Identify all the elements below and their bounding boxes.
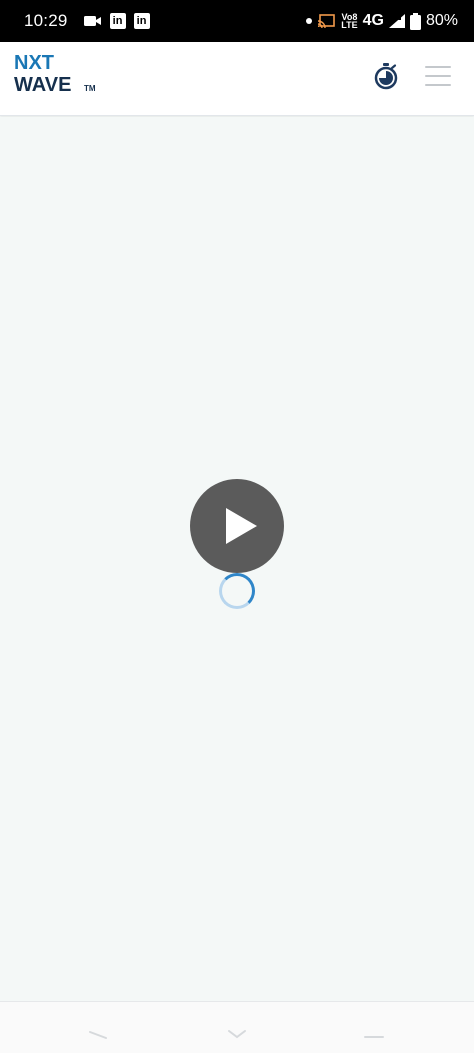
stopwatch-icon — [374, 63, 398, 90]
volte-indicator: Vo8 LTE — [341, 12, 358, 30]
play-icon — [226, 508, 257, 544]
system-icons: Vo8 LTE 4G 80% — [305, 12, 458, 30]
video-player[interactable] — [0, 117, 474, 1001]
back-icon[interactable] — [86, 1026, 110, 1040]
signal-icon — [388, 14, 405, 28]
hamburger-menu-icon — [425, 84, 451, 86]
home-icon[interactable] — [225, 1026, 249, 1040]
timer-button[interactable] — [372, 62, 400, 92]
battery-icon — [409, 12, 421, 30]
cast-icon — [318, 14, 336, 28]
play-button[interactable] — [190, 479, 284, 573]
dot-icon — [306, 18, 313, 24]
app-header: NXT WAVE TM — [0, 42, 474, 116]
linkedin-icon: in — [133, 13, 150, 29]
status-bar: 10:29 in in Vo8 LTE 4G 80% — [0, 0, 474, 42]
notification-icons: in in — [83, 13, 150, 29]
network-type: 4G — [362, 12, 384, 29]
recents-icon[interactable] — [362, 1026, 386, 1040]
logo-text-top: NXT — [14, 52, 54, 74]
hamburger-menu-icon — [425, 75, 451, 77]
linkedin-icon: in — [109, 13, 126, 29]
battery-level: 80% — [425, 12, 458, 29]
hamburger-menu-icon — [425, 66, 451, 68]
system-navigation-bar — [0, 1001, 474, 1053]
video-camera-icon — [83, 16, 101, 26]
logo-text-bottom: WAVE — [14, 74, 72, 96]
hamburger-menu-button[interactable] — [425, 66, 453, 88]
nxtwave-logo[interactable]: NXT WAVE TM — [14, 52, 104, 100]
loading-spinner — [219, 573, 255, 609]
logo-trademark: TM — [84, 84, 96, 93]
status-time: 10:29 — [24, 11, 68, 30]
